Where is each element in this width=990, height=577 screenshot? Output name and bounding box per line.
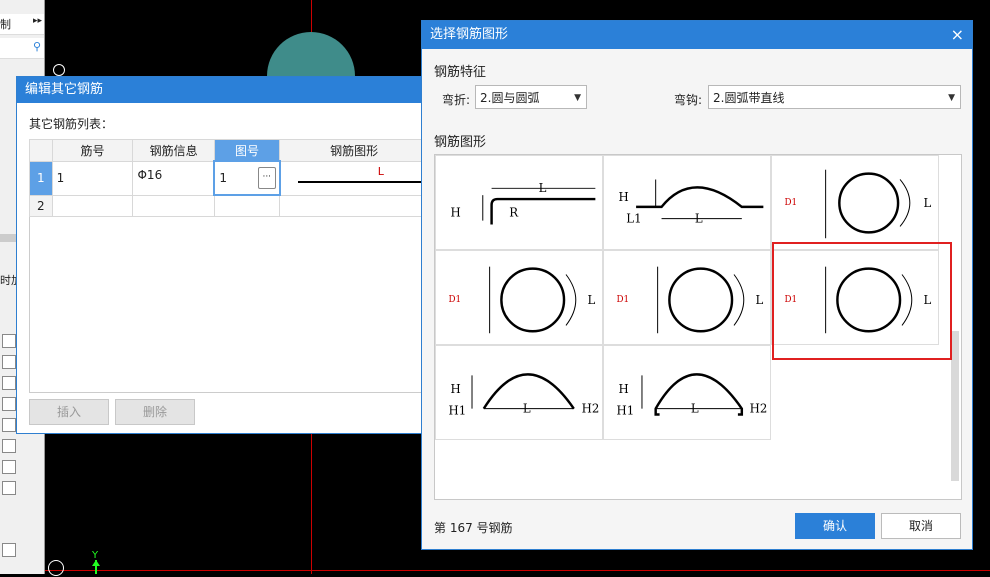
bend-select[interactable]: 2.圆与圆弧 ▼	[475, 85, 587, 109]
row-index[interactable]: 2	[29, 194, 53, 217]
rebar-info-cell[interactable]	[132, 194, 215, 217]
hook-select-value: 2.圆弧带直线	[713, 91, 785, 105]
shape-dim-label: L	[539, 181, 547, 195]
shape-option[interactable]: H H1 L H2	[435, 345, 603, 440]
shape-dim-label: D1	[785, 198, 798, 208]
dialog-title-text: 选择钢筋图形	[430, 27, 509, 42]
chevron-down-icon: ▼	[574, 93, 581, 103]
table-row[interactable]: 1 1 Φ16 1 ··· L	[29, 160, 432, 196]
figure-no-value: 1	[219, 171, 228, 185]
close-icon[interactable]: ×	[951, 21, 964, 49]
svg-text:Y: Y	[91, 550, 99, 561]
shape-dim-label: H2	[750, 402, 768, 416]
shape-option[interactable]: H L1 L	[603, 155, 771, 250]
shape-dim-label: R	[509, 206, 519, 220]
shape-length-label: L	[377, 165, 384, 178]
shape-dim-label: H	[618, 382, 628, 396]
section-shape-heading: 钢筋图形	[434, 135, 487, 150]
figure-no-cell[interactable]	[213, 194, 281, 217]
confirm-button[interactable]: 确认	[795, 513, 875, 539]
canvas-axis-line	[0, 570, 990, 571]
column-header[interactable]: 筋号	[51, 139, 134, 162]
shape-dim-label: L	[691, 402, 699, 416]
shape-cell	[279, 194, 429, 217]
shape-option[interactable]: H L R	[435, 155, 603, 250]
checkbox[interactable]	[2, 334, 16, 348]
checkbox[interactable]	[2, 460, 16, 474]
rebar-table: 筋号 钢筋信息 图号 钢筋图形 1 1 Φ16 1 ··· L 2	[29, 139, 432, 217]
edit-rebar-dialog: 编辑其它钢筋 其它钢筋列表： 筋号 钢筋信息 图号 钢筋图形 1 1 Φ16 1…	[16, 76, 432, 434]
shape-dim-label: H	[618, 190, 628, 204]
ellipsis-button[interactable]: ···	[257, 167, 276, 189]
bend-select-value: 2.圆与圆弧	[480, 91, 540, 105]
column-header[interactable]: 钢筋信息	[132, 139, 215, 162]
checkbox[interactable]	[2, 355, 16, 369]
hook-label: 弯钩:	[674, 93, 703, 107]
checkbox[interactable]	[2, 543, 16, 557]
list-label: 其它钢筋列表：	[29, 117, 114, 131]
shape-dim-label: H1	[449, 404, 467, 418]
left-search[interactable]: ⚲	[0, 38, 44, 59]
checkbox[interactable]	[2, 397, 16, 411]
column-header[interactable]: 图号	[213, 139, 281, 162]
checkbox[interactable]	[2, 481, 16, 495]
delete-button[interactable]: 删除	[115, 399, 195, 425]
row-index[interactable]: 1	[29, 160, 53, 196]
hook-select[interactable]: 2.圆弧带直线 ▼	[708, 85, 961, 109]
shape-dim-label: L1	[626, 212, 641, 226]
shape-dim-label: H	[450, 382, 460, 396]
shape-dim-label: D1	[449, 295, 462, 305]
shape-line	[297, 181, 432, 183]
shape-option[interactable]: D1 L	[771, 155, 939, 250]
figure-no-cell[interactable]: 1 ···	[213, 160, 281, 196]
y-axis-icon: Y	[88, 548, 104, 574]
shape-cell: L	[279, 160, 432, 196]
chevron-down-icon: ▼	[948, 93, 955, 103]
shape-dim-label: L	[588, 293, 596, 307]
shape-option[interactable]: H H1 L H2	[603, 345, 771, 440]
column-header[interactable]: 钢筋图形	[279, 139, 429, 162]
shape-dim-label: D1	[617, 295, 630, 305]
insert-button[interactable]: 插入	[29, 399, 109, 425]
checkbox[interactable]	[2, 439, 16, 453]
bar-no-cell[interactable]: 1	[51, 160, 134, 196]
shape-option[interactable]: D1 L	[435, 250, 603, 345]
canvas-marker	[53, 64, 65, 76]
left-panel-header: 制 ▸▸	[0, 14, 44, 35]
bend-label: 弯折:	[442, 93, 471, 107]
shape-option[interactable]: D1 L	[603, 250, 771, 345]
selection-highlight	[772, 242, 952, 360]
shape-dim-label: H2	[582, 402, 600, 416]
shape-dim-label: H	[450, 206, 460, 220]
bar-no-cell[interactable]	[51, 194, 134, 217]
shape-dim-label: L	[695, 212, 703, 226]
shape-dim-label: L	[924, 196, 932, 210]
shape-dim-label: H1	[617, 404, 635, 418]
rebar-info-cell[interactable]: Φ16	[132, 160, 215, 196]
dialog-title[interactable]: 编辑其它钢筋	[17, 77, 429, 103]
shape-dim-label: L	[523, 402, 531, 416]
table-row[interactable]: 2	[29, 194, 429, 217]
expand-icon[interactable]: ▸▸	[33, 16, 42, 26]
dialog-title[interactable]: 选择钢筋图形 ×	[422, 21, 972, 49]
checkbox[interactable]	[2, 376, 16, 390]
cancel-button[interactable]: 取消	[881, 513, 961, 539]
gallery-scrollbar[interactable]	[951, 331, 959, 481]
section-feature-heading: 钢筋特征	[434, 65, 487, 80]
left-panel-label: 制	[0, 18, 11, 31]
status-text: 第 167 号钢筋	[434, 521, 513, 535]
shape-dim-label: L	[756, 293, 764, 307]
table-corner	[29, 139, 53, 162]
checkbox[interactable]	[2, 418, 16, 432]
search-icon[interactable]: ⚲	[33, 40, 41, 53]
